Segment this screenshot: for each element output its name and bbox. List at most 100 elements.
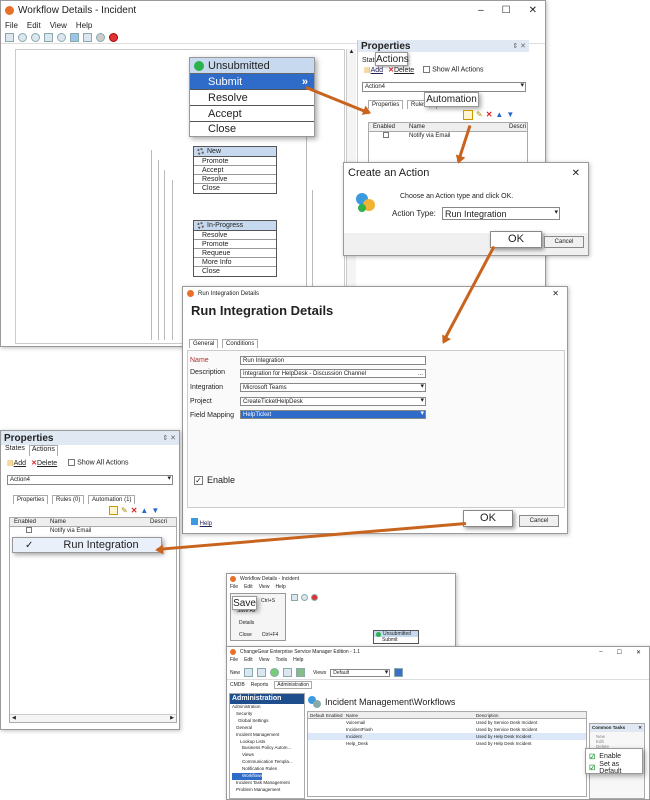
save-menu-callout[interactable]: Save: [232, 596, 257, 610]
field-mapping-select[interactable]: HelpTicket: [240, 410, 426, 419]
new-action-icon[interactable]: [109, 506, 118, 515]
minimize-button[interactable]: –: [478, 5, 484, 16]
menu-view[interactable]: View: [259, 584, 270, 592]
maximize-button[interactable]: ☐: [502, 5, 511, 16]
table-row[interactable]: Incident Used by Help Desk Incident: [308, 733, 586, 740]
zoom-in-icon[interactable]: [18, 32, 27, 42]
gear-icon[interactable]: [96, 32, 105, 42]
delete-button[interactable]: ✕Delete: [388, 66, 414, 74]
edit-icon[interactable]: ✎: [121, 506, 128, 515]
state-action[interactable]: Requeue: [194, 249, 276, 258]
name-field[interactable]: Run Integration: [240, 356, 426, 365]
add-button[interactable]: ▤Add: [7, 459, 26, 467]
project-select[interactable]: CreateTicketHelpDesk: [240, 397, 426, 406]
menu-file[interactable]: File: [5, 21, 18, 30]
ok-button[interactable]: OK: [463, 510, 513, 527]
set-default-task[interactable]: ☑ Set as Default: [589, 761, 639, 775]
tab-rules[interactable]: Rules (0): [52, 495, 85, 504]
stop-icon[interactable]: [109, 32, 118, 42]
cancel-button[interactable]: Cancel: [544, 236, 584, 248]
delete-icon[interactable]: ✕: [486, 110, 493, 120]
state-action[interactable]: Accept: [194, 166, 276, 175]
new-action-icon[interactable]: [463, 110, 473, 120]
gear-icon[interactable]: [301, 594, 308, 601]
sidebar-item[interactable]: Security: [232, 711, 304, 718]
sidebar-item[interactable]: Administration: [232, 704, 304, 711]
sidebar-item[interactable]: Incident Management: [232, 732, 304, 739]
move-down-icon[interactable]: ▼: [151, 506, 159, 515]
action-select[interactable]: Action4: [362, 82, 526, 92]
tab-general[interactable]: General: [189, 339, 219, 348]
delete-button[interactable]: ✕Delete: [31, 459, 57, 467]
table-row[interactable]: Notify via Email: [369, 132, 527, 141]
sidebar-item[interactable]: Communication Templa...: [232, 759, 304, 766]
state-action[interactable]: More Info: [194, 258, 276, 267]
menu-help[interactable]: Help: [275, 584, 285, 592]
help-link[interactable]: Help: [191, 518, 212, 527]
description-more-button[interactable]: ...: [418, 370, 423, 378]
menu-item-close[interactable]: Close Ctrl+F4: [231, 632, 285, 638]
tab-actions[interactable]: Actions: [28, 445, 58, 456]
stop-icon[interactable]: [311, 594, 318, 601]
state-action[interactable]: Resolve: [194, 175, 276, 184]
minimize-button[interactable]: –: [599, 649, 602, 656]
close-button[interactable]: ✕: [636, 649, 641, 656]
grid-icon[interactable]: [296, 668, 306, 677]
connector-icon[interactable]: [83, 32, 92, 42]
zoom-fit-icon[interactable]: [44, 32, 53, 42]
table-row[interactable]: Voicemail Used by Service Desk Incident: [308, 719, 586, 726]
state-in-progress[interactable]: In-Progress Resolve Promote Requeue More…: [193, 220, 277, 277]
maximize-button[interactable]: ☐: [617, 649, 622, 656]
sidebar-item[interactable]: Problem Management: [232, 787, 304, 794]
views-select[interactable]: Default: [330, 668, 391, 677]
filter-icon[interactable]: [283, 668, 293, 677]
state-action[interactable]: Close: [194, 184, 276, 193]
refresh-icon[interactable]: [270, 668, 280, 677]
enable-checkbox[interactable]: ✓ Enable: [194, 475, 235, 485]
table-row[interactable]: IncidentFlash Used by Service Desk Incide…: [308, 726, 586, 733]
tab-cmdb[interactable]: CMDB: [230, 682, 245, 688]
enabled-checkbox[interactable]: [26, 527, 32, 534]
menu-view[interactable]: View: [50, 21, 67, 30]
add-button[interactable]: ▤Add: [364, 66, 383, 74]
menu-edit[interactable]: Edit: [244, 584, 253, 592]
move-down-icon[interactable]: ▼: [506, 110, 514, 120]
move-up-icon[interactable]: ▲: [140, 506, 148, 515]
dialog-close-button[interactable]: ✕: [552, 289, 567, 298]
automation-tab-callout[interactable]: Automation: [424, 92, 479, 107]
state-action[interactable]: Resolve: [194, 231, 276, 240]
properties-icon[interactable]: [5, 32, 14, 42]
sidebar-item[interactable]: Workflows: [232, 773, 263, 780]
undo-icon[interactable]: [257, 668, 267, 677]
table-row[interactable]: Help_Desk Used by Help Desk Incident: [308, 740, 586, 747]
zoom-icon[interactable]: [57, 32, 66, 42]
sidebar-item[interactable]: Views: [232, 752, 304, 759]
new-button[interactable]: New: [230, 670, 240, 676]
sidebar-item[interactable]: Lookup Lists: [232, 739, 304, 746]
grid-scrollbar[interactable]: ◀ ▶: [10, 714, 176, 722]
sidebar-item[interactable]: Global Settings: [232, 718, 304, 725]
help-icon[interactable]: [394, 668, 404, 677]
tab-conditions[interactable]: Conditions: [222, 339, 259, 348]
sidebar-item[interactable]: Notification Rules: [232, 766, 304, 773]
sidebar-item[interactable]: General: [232, 725, 304, 732]
ok-button[interactable]: OK: [490, 231, 542, 248]
actions-tab-callout[interactable]: Actions: [375, 52, 409, 66]
close-button[interactable]: ✕: [529, 5, 537, 16]
panel-controls[interactable]: ⇕ ✕: [162, 434, 179, 442]
close-icon[interactable]: ✕: [638, 724, 644, 732]
state-new[interactable]: New Promote Accept Resolve Close: [193, 146, 277, 194]
menu-help[interactable]: Help: [293, 657, 303, 666]
state-action-submit[interactable]: Submit »: [190, 74, 314, 90]
tab-properties[interactable]: Properties: [13, 495, 49, 504]
menu-tools[interactable]: Tools: [275, 657, 287, 666]
dialog-close-button[interactable]: ✕: [572, 168, 588, 179]
sidebar-item[interactable]: Business Policy Autom...: [232, 745, 304, 752]
delete-icon[interactable]: ✕: [131, 506, 138, 515]
menu-help[interactable]: Help: [76, 21, 92, 30]
state-action[interactable]: Promote: [194, 157, 276, 166]
tab-properties[interactable]: Properties: [368, 100, 404, 109]
print-icon[interactable]: [244, 668, 254, 677]
show-all-checkbox[interactable]: Show All Actions: [68, 459, 129, 467]
tab-administration[interactable]: Administration: [274, 681, 312, 689]
